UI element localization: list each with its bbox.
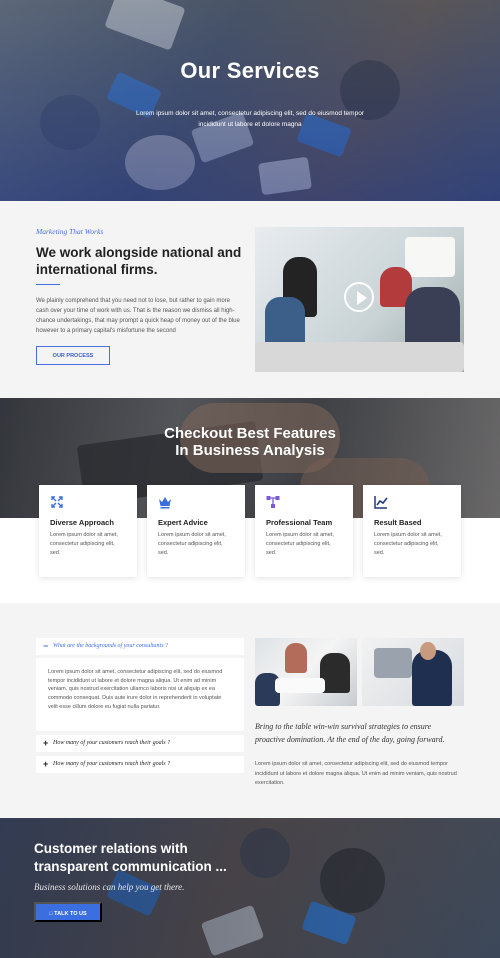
photo-bg-face — [420, 642, 436, 660]
photo-bg-table — [275, 678, 325, 693]
faq-item[interactable]: + How many of your customers reach their… — [36, 735, 244, 752]
faq-quote: Bring to the table win-win survival stra… — [255, 722, 445, 744]
faq-item-open[interactable]: − What are the backgrounds of your consu… — [36, 638, 244, 655]
feature-text: Lorem ipsum dolor sit amet, consectetur … — [50, 532, 118, 556]
feature-title: Diverse Approach — [50, 518, 114, 527]
crown-icon — [159, 497, 171, 509]
feature-card-result-based[interactable]: Result Based Lorem ipsum dolor sit amet,… — [363, 485, 461, 577]
plus-icon: + — [43, 759, 49, 769]
office-photo — [362, 638, 464, 706]
feature-card-professional-team[interactable]: Professional Team Lorem ipsum dolor sit … — [255, 485, 353, 577]
cta-heading-line2: transparent communication ... — [34, 859, 227, 874]
feature-title: Professional Team — [266, 518, 333, 527]
meeting-photo — [255, 638, 357, 706]
feature-text: Lorem ipsum dolor sit amet, consectetur … — [158, 532, 226, 556]
hierarchy-icon — [266, 496, 280, 508]
page-title: Our Services — [180, 58, 320, 83]
feature-title: Expert Advice — [158, 518, 208, 527]
faq-item[interactable]: + How many of your customers reach their… — [36, 756, 244, 773]
faq-question: What are the backgrounds of your consult… — [53, 643, 169, 649]
about-heading: We work alongside national and internati… — [36, 245, 242, 277]
about-eyebrow: Marketing That Works — [36, 227, 104, 236]
cta-subtitle: Business solutions can help you get ther… — [34, 882, 185, 892]
faq-question: How many of your customers reach their g… — [53, 740, 171, 746]
video-bg-table — [255, 342, 464, 372]
hero-section: Our Services Lorem ipsum dolor sit amet,… — [0, 0, 500, 201]
photo-bg-monitor — [374, 648, 412, 678]
video-bg-person — [265, 297, 305, 347]
faq-question: How many of your customers reach their g… — [53, 761, 171, 767]
minus-icon: − — [43, 641, 49, 651]
hero-overlay — [0, 0, 500, 201]
cta-heading-line1: Customer relations with — [34, 841, 188, 856]
feature-text: Lorem ipsum dolor sit amet, consectetur … — [374, 532, 442, 556]
line-chart-icon — [374, 496, 388, 509]
talk-to-us-label: TALK TO US — [54, 911, 87, 917]
play-icon[interactable] — [344, 282, 374, 312]
heading-divider — [36, 284, 60, 285]
talk-to-us-button[interactable]: □ TALK TO US — [34, 902, 102, 922]
features-heading-line2: In Business Analysis — [175, 442, 325, 459]
hero-text: Lorem ipsum dolor sit amet, consectetur … — [136, 110, 364, 128]
faq-body: Lorem ipsum dolor sit amet, consectetur … — [255, 761, 457, 786]
features-heading: Checkout Best Features In Business Analy… — [0, 425, 500, 459]
chat-icon: □ — [49, 911, 53, 917]
feature-text: Lorem ipsum dolor sit amet, consectetur … — [266, 532, 334, 556]
video-bg-shelf — [405, 237, 455, 277]
faq-answer-panel: Lorem ipsum dolor sit amet, consectetur … — [36, 658, 244, 731]
feature-card-diverse-approach[interactable]: Diverse Approach Lorem ipsum dolor sit a… — [39, 485, 137, 577]
expand-arrows-icon — [51, 496, 63, 508]
feature-title: Result Based — [374, 518, 422, 527]
about-paragraph: We plainly comprehend that you need not … — [36, 298, 240, 334]
photo-bg-person — [285, 643, 307, 673]
feature-card-expert-advice[interactable]: Expert Advice Lorem ipsum dolor sit amet… — [147, 485, 245, 577]
plus-icon: + — [43, 738, 49, 748]
our-process-button[interactable]: OUR PROCESS — [36, 346, 110, 365]
features-heading-line1: Checkout Best Features — [164, 425, 336, 442]
faq-answer: Lorem ipsum dolor sit amet, consectetur … — [48, 669, 223, 710]
cta-heading: Customer relations with transparent comm… — [34, 840, 264, 876]
